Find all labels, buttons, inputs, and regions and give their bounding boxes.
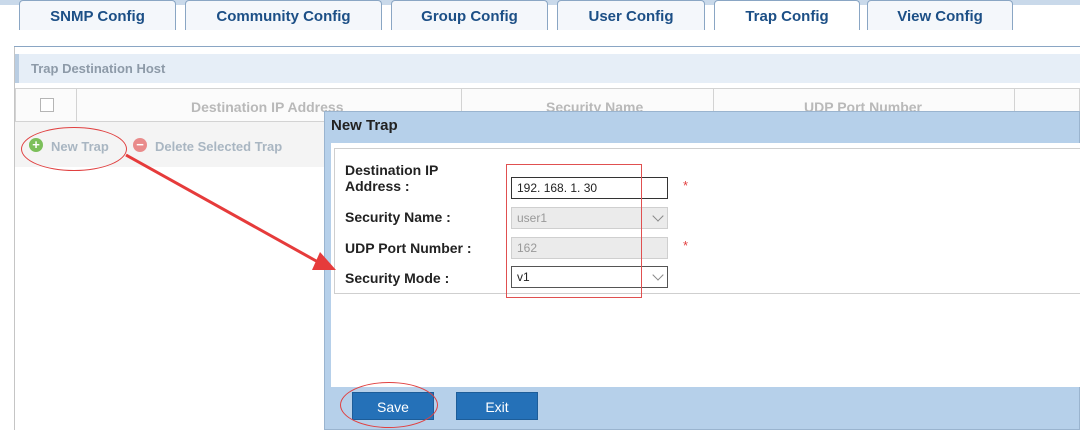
annotation-arrow — [125, 153, 336, 270]
